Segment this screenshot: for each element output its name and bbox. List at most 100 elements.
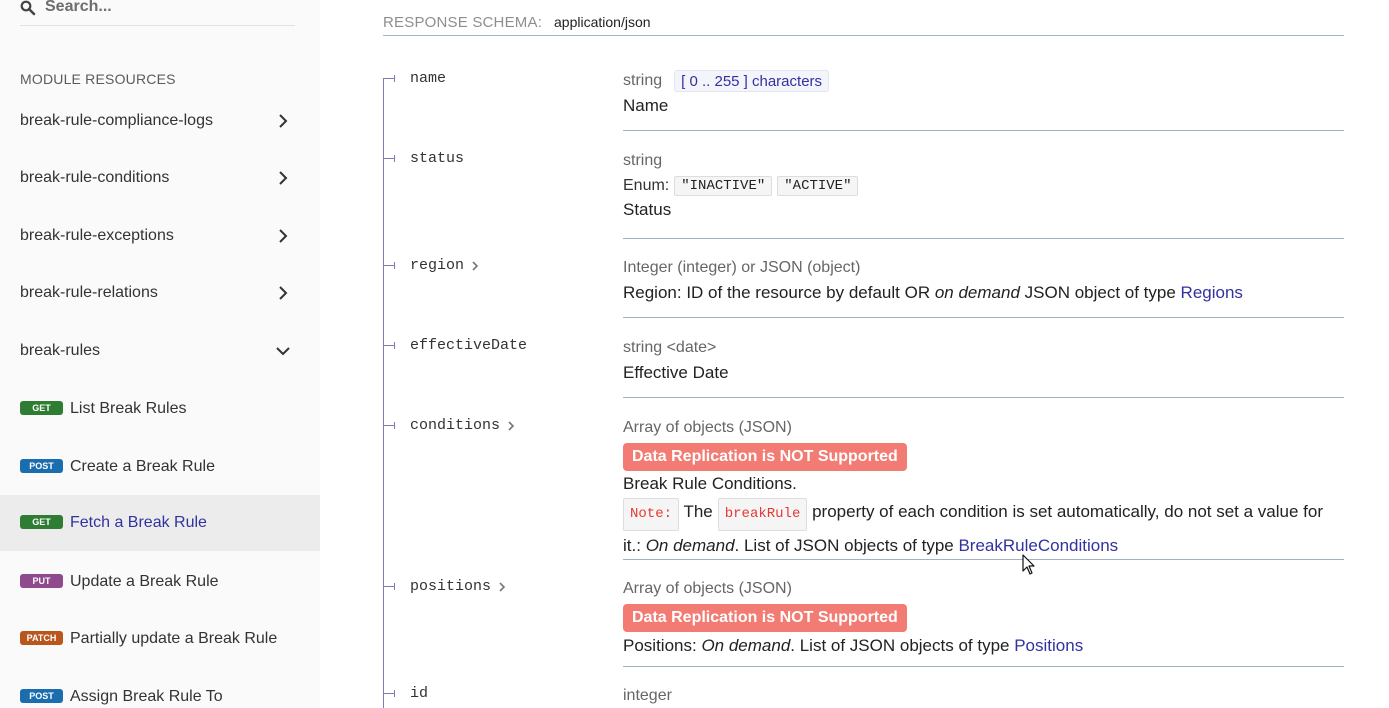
sidebar-item-label: break-rules xyxy=(20,342,101,359)
chevron-down-icon xyxy=(276,347,290,356)
response-content-type: application/json xyxy=(554,14,651,30)
sidebar-item-label: break-rule-compliance-logs xyxy=(20,112,213,129)
sidebar-item-break-rule-compliance-logs[interactable]: break-rule-compliance-logs xyxy=(0,94,320,148)
property-name-toggle[interactable]: positions xyxy=(410,578,507,595)
sidebar-item-break-rule-exceptions[interactable]: break-rule-exceptions xyxy=(0,209,320,263)
regions-link[interactable]: Regions xyxy=(1181,283,1243,302)
enum-values: Enum: "INACTIVE" "ACTIVE" xyxy=(623,176,1344,196)
main-content: RESPONSE SCHEMA: application/json name s… xyxy=(320,0,1389,708)
description-text: Region: ID of the resource by default OR xyxy=(623,283,935,302)
replication-warning-badge: Data Replication is NOT Supported xyxy=(623,443,907,471)
method-badge-get: GET xyxy=(20,401,63,415)
property-name-toggle[interactable]: conditions xyxy=(410,417,516,434)
property-description: Effective Date xyxy=(623,363,729,382)
chevron-right-icon xyxy=(279,114,288,128)
property-name-label: id xyxy=(410,685,428,702)
operation-label: List Break Rules xyxy=(70,400,187,417)
property-key: id xyxy=(410,685,429,702)
operation-create-break-rule[interactable]: POST Create a Break Rule xyxy=(0,439,320,495)
type-text: string xyxy=(623,72,663,89)
operation-label: Fetch a Break Rule xyxy=(70,514,207,531)
chevron-right-icon xyxy=(279,171,288,185)
sidebar-item-break-rule-conditions[interactable]: break-rule-conditions xyxy=(0,151,320,205)
tree-branch xyxy=(383,690,395,697)
note-text: The xyxy=(683,502,713,521)
property-type: integer xyxy=(623,687,672,704)
search-box[interactable] xyxy=(20,0,295,26)
description-emphasis: on demand xyxy=(934,283,1020,302)
operation-label: Create a Break Rule xyxy=(70,458,215,475)
length-constraint: [ 0 .. 255 ] characters xyxy=(674,70,830,92)
method-badge-get: GET xyxy=(20,515,63,529)
property-name-toggle[interactable]: region xyxy=(410,257,480,274)
property-type: string xyxy=(623,152,663,169)
operation-fetch-break-rule[interactable]: GET Fetch a Break Rule xyxy=(0,495,320,551)
description-text: . List of JSON objects of type xyxy=(734,536,959,555)
schema-tree-line xyxy=(383,78,384,708)
property-key: region xyxy=(410,257,465,274)
mouse-cursor-icon xyxy=(1022,554,1035,575)
property-key: effectiveDate xyxy=(410,337,528,354)
tree-branch xyxy=(383,155,395,162)
operation-update-break-rule[interactable]: PUT Update a Break Rule xyxy=(0,554,320,610)
enum-value: "INACTIVE" xyxy=(674,176,773,196)
sidebar-item-label: break-rule-relations xyxy=(20,284,158,301)
chevron-right-icon xyxy=(279,286,288,300)
expand-chevron-icon[interactable] xyxy=(470,260,480,272)
method-badge-post: POST xyxy=(20,459,63,473)
property-key: name xyxy=(410,70,447,87)
method-badge-post: POST xyxy=(20,689,63,703)
tree-branch xyxy=(383,583,395,590)
chevron-right-icon xyxy=(279,229,288,243)
response-schema-header: RESPONSE SCHEMA: application/json xyxy=(383,0,1344,36)
operation-list-break-rules[interactable]: GET List Break Rules xyxy=(0,381,320,437)
property-description: Status xyxy=(623,200,672,219)
enum-label: Enum: xyxy=(623,177,670,194)
method-badge-put: PUT xyxy=(20,574,63,588)
operation-label: Partially update a Break Rule xyxy=(70,630,278,647)
break-rule-conditions-link[interactable]: BreakRuleConditions xyxy=(958,536,1118,555)
operation-assign-break-rule-to[interactable]: POST Assign Break Rule To xyxy=(0,669,320,708)
property-name-label: name xyxy=(410,70,446,87)
property-description: Break Rule Conditions. xyxy=(623,474,797,493)
property-detail: Array of objects (JSON) Data Replication… xyxy=(623,417,1344,560)
positions-link[interactable]: Positions xyxy=(1014,636,1083,655)
property-key: positions xyxy=(410,578,492,595)
tree-branch xyxy=(383,342,395,349)
note-label: Note: xyxy=(623,498,680,531)
sidebar-item-break-rules[interactable]: break-rules xyxy=(0,324,320,378)
property-type: Array of objects (JSON) xyxy=(623,580,792,597)
tree-branch xyxy=(383,422,395,429)
property-detail: string <date> Effective Date xyxy=(623,337,1344,398)
method-badge-patch: PATCH xyxy=(20,631,63,645)
note-code: breakRule xyxy=(717,498,808,531)
operation-label: Update a Break Rule xyxy=(70,573,219,590)
description-emphasis: On demand xyxy=(701,636,791,655)
property-detail: string [ 0 .. 255 ] characters Name xyxy=(623,70,1344,131)
property-key: conditions xyxy=(410,417,501,434)
operation-label: Assign Break Rule To xyxy=(70,688,223,705)
property-description: Name xyxy=(623,96,669,115)
search-input[interactable] xyxy=(45,0,285,16)
property-detail: Integer (integer) or JSON (object) Regio… xyxy=(623,257,1344,318)
sidebar-item-label: break-rule-conditions xyxy=(20,169,170,186)
property-type: Array of objects (JSON) xyxy=(623,419,792,436)
expand-chevron-icon[interactable] xyxy=(506,420,516,432)
search-icon xyxy=(20,0,36,16)
description-text: JSON object of type xyxy=(1019,283,1181,302)
property-name-label: status xyxy=(410,150,464,167)
sidebar-item-label: break-rule-exceptions xyxy=(20,227,174,244)
property-key: status xyxy=(410,150,465,167)
property-description: Positions: On demand. List of JSON objec… xyxy=(623,632,1344,660)
replication-warning-badge: Data Replication is NOT Supported xyxy=(623,604,907,632)
enum-value: "ACTIVE" xyxy=(777,176,859,196)
property-name-label: effectiveDate xyxy=(410,337,527,354)
section-title: MODULE RESOURCES xyxy=(20,71,176,87)
property-note: Note: The breakRule property of each cond… xyxy=(623,497,1344,560)
property-description: Region: ID of the resource by default OR… xyxy=(623,279,1344,307)
response-schema-label: RESPONSE SCHEMA: xyxy=(383,14,543,31)
operation-partially-update-break-rule[interactable]: PATCH Partially update a Break Rule xyxy=(0,611,320,667)
expand-chevron-icon[interactable] xyxy=(497,581,507,593)
sidebar-item-break-rule-relations[interactable]: break-rule-relations xyxy=(0,266,320,320)
tree-branch xyxy=(383,262,395,269)
